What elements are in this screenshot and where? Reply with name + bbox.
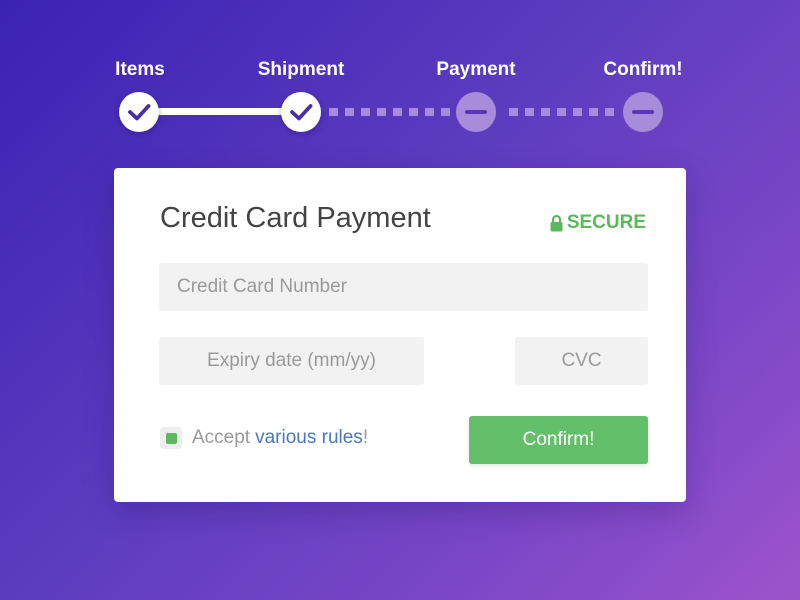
accept-rules-checkbox[interactable] <box>160 427 182 449</box>
step-connector-pending <box>509 108 619 116</box>
progress-stepper: Items Shipment Payment Confirm! <box>0 0 800 150</box>
step-label-items: Items <box>115 59 165 80</box>
minus-icon <box>632 110 654 114</box>
step-label-confirm: Confirm! <box>603 59 683 80</box>
step-payment[interactable] <box>456 92 496 132</box>
step-connector-completed <box>158 108 284 115</box>
cvc-input[interactable] <box>515 337 648 385</box>
checkbox-checked-icon <box>165 432 177 444</box>
minus-icon <box>465 110 487 114</box>
card-number-input[interactable] <box>159 263 648 311</box>
step-label-shipment: Shipment <box>257 59 345 80</box>
step-items[interactable] <box>119 92 159 132</box>
various-rules-link[interactable]: various rules <box>255 427 363 449</box>
accept-rules-row: Accept various rules ! <box>160 427 368 449</box>
step-connector-pending <box>329 108 455 116</box>
step-confirm[interactable] <box>623 92 663 132</box>
check-icon <box>128 104 151 121</box>
step-label-payment: Payment <box>436 59 516 80</box>
payment-card: Credit Card Payment SECURE Accept variou… <box>114 168 686 502</box>
secure-badge: SECURE <box>550 212 646 234</box>
accept-suffix: ! <box>362 427 369 448</box>
lock-icon <box>550 214 563 232</box>
card-title: Credit Card Payment <box>160 202 431 234</box>
secure-label: SECURE <box>566 212 646 233</box>
expiry-date-input[interactable] <box>159 337 424 385</box>
check-icon <box>290 104 313 121</box>
accept-prefix: Accept <box>192 427 251 448</box>
confirm-button[interactable]: Confirm! <box>469 416 648 464</box>
step-shipment[interactable] <box>281 92 321 132</box>
